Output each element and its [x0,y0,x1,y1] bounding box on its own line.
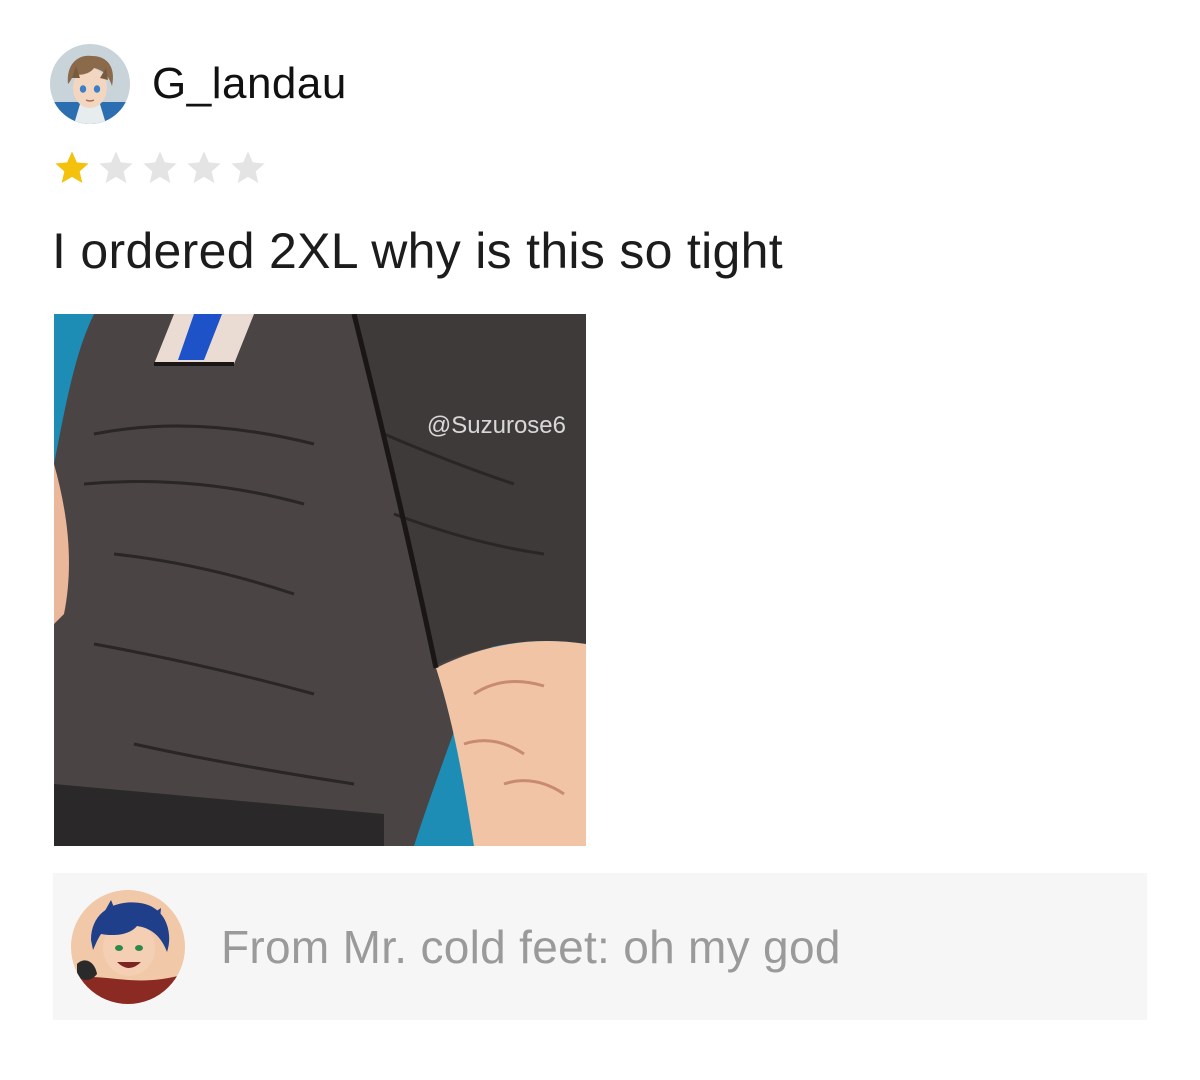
star-empty-icon [143,151,177,183]
review-photo[interactable]: @Suzurose6 [54,314,586,846]
reviewer-avatar[interactable] [50,44,130,124]
star-empty-icon [231,151,265,183]
reply-box: From Mr. cold feet: oh my god [53,873,1147,1020]
photo-watermark: @Suzurose6 [426,412,566,439]
star-empty-icon [99,151,133,183]
reviewer-username[interactable]: G_landau [152,59,347,109]
review-header: G_landau [50,44,347,124]
reply-text: From Mr. cold feet: oh my god [221,920,841,973]
star-rating [52,148,268,188]
star-filled-icon [55,151,89,183]
review-text: I ordered 2XL why is this so tight [52,223,783,279]
star-empty-icon [187,151,221,183]
review-card: G_landau I ordered 2XL why is this so ti… [0,0,1200,1080]
reply-avatar[interactable] [71,889,185,1004]
